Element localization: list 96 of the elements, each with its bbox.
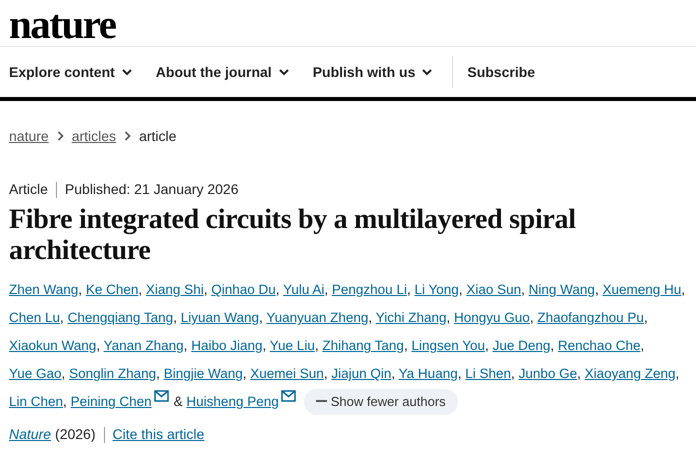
chevron-down-icon [278,68,289,76]
author-link[interactable]: Xiaoyang Zeng [584,366,676,381]
list-separator: , [259,310,263,325]
list-separator: , [78,282,82,297]
author-link[interactable]: Haibo Jiang [191,338,262,353]
breadcrumb-current: article [139,126,176,146]
author-link[interactable]: Jue Deng [492,338,550,353]
author-link[interactable]: Li Shen [465,366,512,381]
show-fewer-button[interactable]: Show fewer authors [304,389,458,415]
author-link[interactable]: Junbo Ge [518,366,578,381]
chevron-right-icon [124,131,132,141]
author-link[interactable]: Jiajun Qin [331,366,392,381]
logo[interactable]: nature [0,0,696,46]
author-link[interactable]: Qinhao Du [211,282,276,297]
list-separator: , [521,282,525,297]
author-link[interactable]: Hongyu Guo [454,310,530,325]
list-separator: , [391,366,396,381]
publish-date: Published: 21 January 2026 [64,180,238,199]
nav-link[interactable]: About the journal [156,62,299,82]
list-separator: , [594,282,599,297]
author-link[interactable]: Yanan Zhang [104,338,184,353]
author-link[interactable]: Zhaofangzhou Pu [537,310,644,325]
author-link[interactable]: Bingjie Wang [164,366,243,381]
author-link[interactable]: Ning Wang [528,282,595,297]
article-title: Fibre integrated circuits by a multilayered spiral architecture [8,203,577,266]
publication-year: (2026) [55,425,96,444]
list-separator: , [262,338,266,353]
author-link[interactable]: Songlin Zhang [69,366,156,381]
author-link[interactable]: Xuemeng Hu [602,282,682,297]
author-link[interactable]: Ya Huang [398,366,458,381]
list-separator: , [485,338,489,353]
nav-link[interactable]: Publish with us [312,62,442,82]
list-separator: & [174,394,183,409]
list-separator: , [406,282,411,297]
list-separator: , [204,282,208,297]
list-separator: , [314,338,319,353]
author-link[interactable]: Renchao Che [558,338,640,353]
envelope-icon[interactable] [154,390,169,402]
list-separator: , [458,282,463,297]
list-separator: , [242,366,246,381]
list-separator: , [276,282,280,297]
author-link[interactable]: Yue Liu [270,338,315,353]
breadcrumb-link[interactable]: nature [9,126,49,146]
list-separator: , [550,338,554,353]
list-separator: , [446,310,450,325]
author-link[interactable]: Liyuan Wang [180,310,260,325]
author-link[interactable]: Yue Gao [9,366,62,381]
author-link[interactable]: Zhen Wang [9,282,78,297]
envelope-icon[interactable] [280,390,296,402]
list-separator: , [530,310,534,325]
journal-link[interactable]: Nature [9,424,52,445]
list-separator: , [511,366,515,381]
list-separator: , [324,366,328,381]
nav-link[interactable]: Explore content [9,62,142,82]
author-link[interactable]: Xiang Shi [146,282,204,297]
author-link[interactable]: Chen Lu [9,310,60,325]
author-link[interactable]: Peining Chen [70,394,169,409]
minus-icon [316,400,327,403]
list-separator: , [458,366,462,381]
author-link[interactable]: Xuemei Sun [250,366,324,381]
author-link[interactable]: Ke Chen [86,282,138,297]
article-type: Article [9,180,48,199]
author-link[interactable]: Huisheng Peng [186,394,296,409]
author-link[interactable]: Yichi Zhang [376,310,446,325]
breadcrumb-link[interactable]: articles [72,126,116,146]
list-separator: , [63,394,67,409]
list-separator: , [60,310,64,325]
list-separator: , [184,338,188,353]
author-link[interactable]: Zhihang Tang [322,338,404,353]
list-separator: , [675,366,680,381]
list-separator: , [681,282,686,297]
chevron-down-icon [122,68,132,76]
list-separator: , [577,366,581,381]
author-link[interactable]: Pengzhou Li [332,282,407,297]
list-separator: , [96,338,100,353]
author-link[interactable]: Li Yong [414,282,459,297]
list-separator: , [404,338,408,353]
author-link[interactable]: Xiao Sun [466,282,522,297]
list-separator: , [644,310,648,325]
chevron-right-icon [56,131,64,141]
cite-link[interactable]: Cite this article [112,424,204,445]
list-separator: , [156,366,160,381]
author-link[interactable]: Yuanyuan Zheng [266,310,368,325]
chevron-down-icon [422,68,432,76]
author-link[interactable]: Yulu Ai [283,282,324,297]
list-separator: , [640,338,644,353]
list-separator: , [173,310,177,325]
list-separator: , [368,310,372,325]
list-separator: , [138,282,142,297]
author-link[interactable]: Lin Chen [9,394,64,409]
author-link[interactable]: Xiaokun Wang [9,338,96,353]
nav-link[interactable]: Subscribe [467,62,546,82]
author-link[interactable]: Chengqiang Tang [68,310,174,325]
list-separator: , [62,366,66,381]
author-link[interactable]: Lingsen You [411,338,486,353]
list-separator: , [324,282,328,297]
